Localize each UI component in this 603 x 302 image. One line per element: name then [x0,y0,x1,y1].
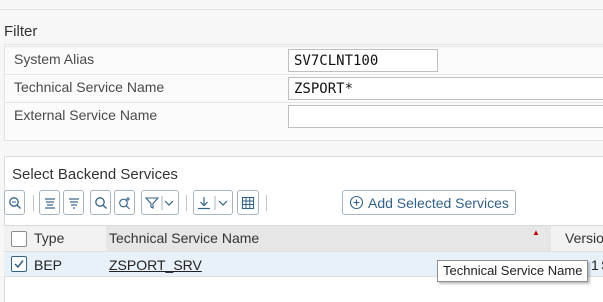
column-header-version[interactable]: Version [565,230,603,246]
zoom-icon [8,196,21,209]
row-type: BEP [34,257,63,273]
toolbar-separator [33,195,34,211]
column-header-type[interactable]: Type [34,230,64,246]
top-strip [0,0,603,10]
row-technical-service-name-link[interactable]: ZSPORT_SRV [109,257,202,273]
row-checkbox[interactable] [11,256,27,272]
filter-row-technical-service-name: Technical Service Name [4,74,603,100]
external-service-name-input[interactable] [288,105,603,128]
sort-descending-icon [68,197,79,209]
select-all-checkbox[interactable] [11,231,27,247]
checkmark-icon [14,260,24,269]
sort-ascending-button[interactable] [39,190,60,215]
filter-title: Filter [4,23,38,40]
layout-button[interactable] [237,190,259,215]
export-dropdown-button[interactable] [193,190,233,215]
filter-row-system-alias: System Alias [4,46,603,72]
technical-service-name-input[interactable] [288,77,603,100]
zoom-button[interactable] [4,190,25,215]
table-settings-icon [241,196,255,209]
find-next-button[interactable] [114,190,135,215]
search-plus-icon [118,196,130,209]
system-alias-label: System Alias [14,51,95,67]
toolbar-separator [186,195,187,211]
filter-icon [145,195,174,210]
filter-row-external-service-name: External Service Name [4,102,603,128]
sort-descending-button[interactable] [63,190,84,215]
download-icon [198,195,228,210]
row-version: 1 [591,257,599,273]
system-alias-input[interactable] [288,49,438,72]
add-circle-icon [349,195,364,210]
column-tooltip: Technical Service Name [437,260,589,282]
column-header-technical-service-name[interactable]: Technical Service Name [109,230,259,246]
add-selected-services-button[interactable]: Add Selected Services [342,190,516,215]
filter-dropdown-button[interactable] [141,190,179,215]
services-table-header: Type Technical Service Name ▲ Version S [4,225,603,252]
services-toolbar: Add Selected Services [4,190,603,218]
backend-services-title: Select Backend Services [12,166,178,183]
technical-service-name-label: Technical Service Name [14,79,165,95]
sort-indicator-icon: ▲ [532,228,540,237]
add-selected-services-label: Add Selected Services [368,194,509,211]
external-service-name-label: External Service Name [14,107,158,123]
search-icon [94,196,107,209]
toolbar-separator [266,195,267,211]
sort-ascending-icon [44,197,55,209]
find-button[interactable] [90,190,111,215]
